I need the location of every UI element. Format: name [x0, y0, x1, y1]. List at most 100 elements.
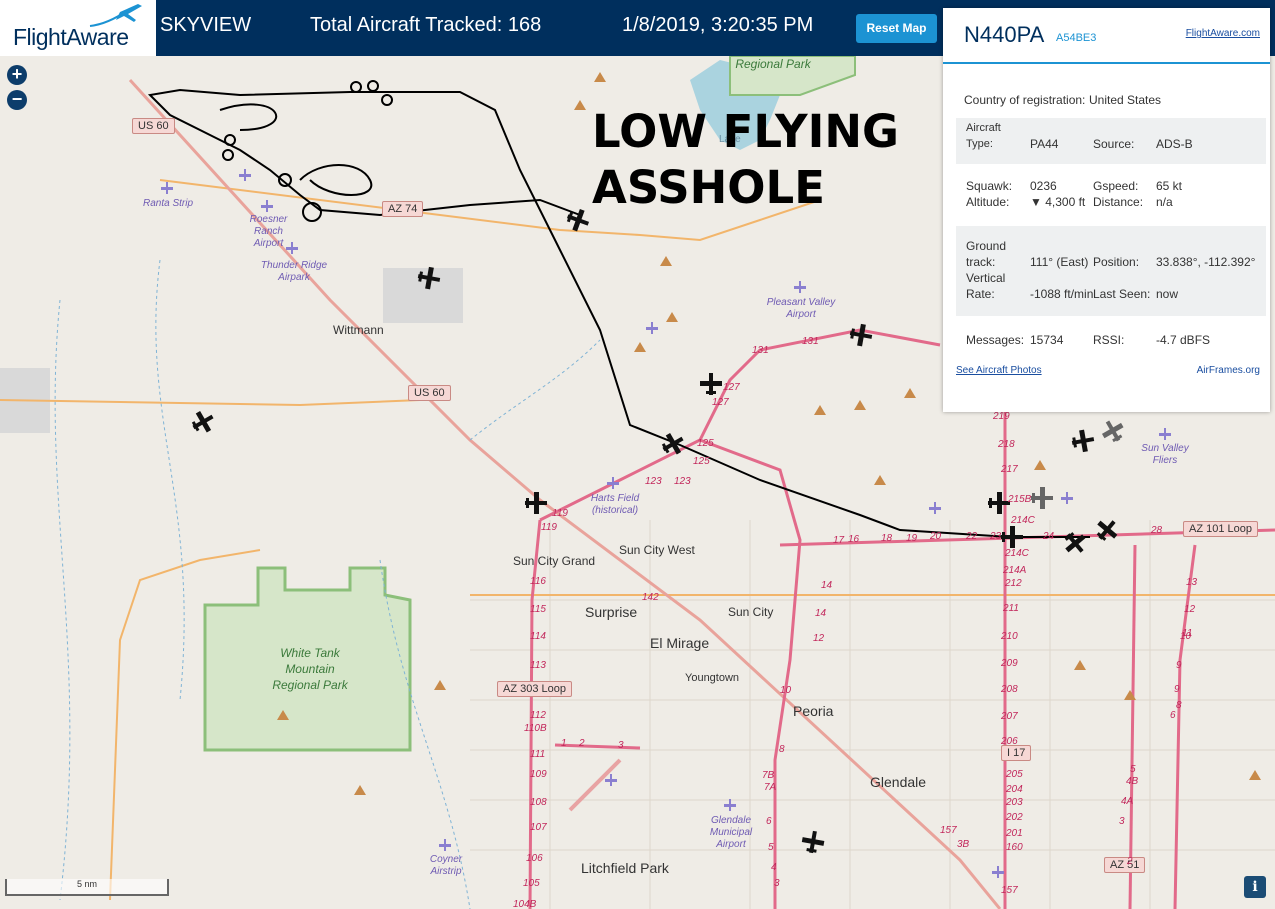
- rssi-label: RSSI:: [1093, 333, 1125, 347]
- mile-marker: 217: [1001, 464, 1018, 475]
- vrate-value: -1088 ft/min: [1030, 287, 1094, 301]
- mile-marker: 28: [1151, 525, 1163, 536]
- mile-marker: 8: [779, 744, 785, 755]
- mile-marker: 119: [541, 522, 557, 533]
- mile-marker: 17: [833, 535, 845, 546]
- messages-value: 15734: [1030, 333, 1064, 347]
- mile-marker: 4B: [1126, 776, 1139, 787]
- squawk-row: Squawk: 0236 Gspeed: 65 kt Altitude: ▼ 4…: [956, 178, 1266, 214]
- mile-marker: 123: [645, 476, 662, 487]
- info-button[interactable]: i: [1244, 876, 1266, 898]
- mile-marker: 116: [530, 576, 546, 587]
- mile-marker: 3: [618, 740, 624, 751]
- mile-marker: 142: [642, 592, 659, 603]
- panel-header: N440PA A54BE3 FlightAware.com: [943, 8, 1270, 64]
- mile-marker: 7A: [764, 782, 777, 793]
- reset-map-button[interactable]: Reset Map: [856, 14, 937, 43]
- mile-marker: 127: [723, 382, 740, 393]
- mile-marker: 105: [523, 878, 540, 889]
- mile-marker: 22: [966, 531, 978, 542]
- mile-marker: 14: [821, 580, 833, 591]
- mile-marker: 106: [526, 853, 543, 864]
- annotation-line: ASSHOLE: [592, 161, 825, 214]
- altitude-value: ▼ 4,300 ft: [1030, 195, 1086, 209]
- mile-marker: 208: [1001, 684, 1018, 695]
- distance-value: n/a: [1156, 195, 1173, 209]
- mile-marker: 210: [1001, 631, 1018, 642]
- mile-marker: 13: [1186, 577, 1198, 588]
- mile-marker: 2: [579, 738, 585, 749]
- mile-marker: 10: [780, 685, 792, 696]
- mile-marker: 125: [697, 438, 714, 449]
- mile-marker: 214A: [1003, 565, 1027, 576]
- mile-marker: 9: [1174, 684, 1180, 695]
- source-label: Source:: [1093, 137, 1135, 151]
- mile-marker: 23: [990, 531, 1002, 542]
- datetime: 1/8/2019, 3:20:35 PM: [622, 14, 814, 36]
- position-label: Position:: [1093, 255, 1140, 269]
- mile-marker: 24: [1043, 531, 1055, 542]
- aircraft-type-value: PA44: [1030, 137, 1059, 151]
- mile-marker: 12: [813, 633, 825, 644]
- mile-marker: 3: [1119, 816, 1125, 827]
- mile-marker: 4: [771, 862, 777, 873]
- mile-marker: 214C: [1011, 515, 1035, 526]
- mile-marker: 4A: [1121, 796, 1134, 807]
- mile-marker: 112: [530, 710, 546, 721]
- mile-marker: 12: [1184, 604, 1196, 615]
- mile-marker: 202: [1006, 812, 1023, 823]
- messages-label: Messages:: [966, 333, 1025, 347]
- mile-marker: 203: [1006, 797, 1023, 808]
- mile-marker: 109: [530, 769, 547, 780]
- mile-marker: 204: [1006, 784, 1023, 795]
- mile-marker: 2: [1127, 856, 1133, 867]
- mile-marker: 114: [530, 631, 546, 642]
- app-name: SKYVIEW: [160, 14, 252, 36]
- mile-marker: 127: [712, 397, 729, 408]
- rssi-value: -4.7 dBFS: [1156, 333, 1211, 347]
- mile-marker: 7B: [762, 770, 775, 781]
- mile-marker: 6: [766, 816, 772, 827]
- mile-marker: 1: [561, 738, 567, 749]
- squawk-value: 0236: [1030, 179, 1057, 193]
- aircraft-photos-link[interactable]: See Aircraft Photos: [956, 365, 1042, 376]
- mile-marker: 131: [752, 345, 769, 356]
- flightaware-logo[interactable]: FlightAware: [0, 0, 156, 56]
- lastseen-value: now: [1156, 287, 1179, 301]
- mile-marker: 123: [674, 476, 691, 487]
- lastseen-label: Last Seen:: [1093, 287, 1151, 301]
- altitude-label: Altitude:: [966, 195, 1010, 209]
- mile-marker: 211: [1003, 603, 1019, 614]
- scale-label: 5 nm: [76, 879, 97, 889]
- mile-marker: 104B: [513, 899, 537, 909]
- airframes-link[interactable]: AirFrames.org: [1197, 365, 1260, 376]
- mile-marker: 10: [1180, 631, 1192, 642]
- mile-marker: 5: [768, 842, 774, 853]
- source-value: ADS-B: [1156, 137, 1193, 151]
- vrate-label: Vertical Rate:: [966, 271, 1006, 301]
- aircraft-count: Total Aircraft Tracked: 168: [310, 14, 542, 36]
- flightaware-link[interactable]: FlightAware.com: [1186, 28, 1260, 39]
- country-row: Country of registration: United States: [956, 90, 1266, 110]
- mile-marker: 207: [1001, 711, 1018, 722]
- mile-marker: 157: [1001, 885, 1018, 896]
- gspeed-label: Gspeed:: [1093, 179, 1139, 193]
- annotation-line: LOW FLYING: [592, 105, 899, 158]
- mile-marker: 205: [1006, 769, 1023, 780]
- mile-marker: 16: [848, 534, 860, 545]
- mile-marker: 119: [552, 508, 568, 519]
- mile-marker: 111: [530, 749, 546, 760]
- aircraft-hex: A54BE3: [1056, 32, 1097, 44]
- scale-bar: 5 nm: [5, 879, 169, 896]
- mile-marker: 131: [802, 336, 819, 347]
- distance-label: Distance:: [1093, 195, 1144, 209]
- mile-marker: 157: [940, 825, 957, 836]
- mile-marker: 115: [530, 604, 546, 615]
- mile-marker: 14: [815, 608, 827, 619]
- mile-marker: 6: [1170, 710, 1176, 721]
- mile-marker: 125: [693, 456, 710, 467]
- mile-marker: 218: [998, 439, 1015, 450]
- type-row: Aircraft Type: PA44 Source: ADS-B: [956, 118, 1266, 164]
- mile-marker: 110B: [524, 723, 547, 734]
- aircraft-type-label: Aircraft Type:: [966, 122, 1001, 150]
